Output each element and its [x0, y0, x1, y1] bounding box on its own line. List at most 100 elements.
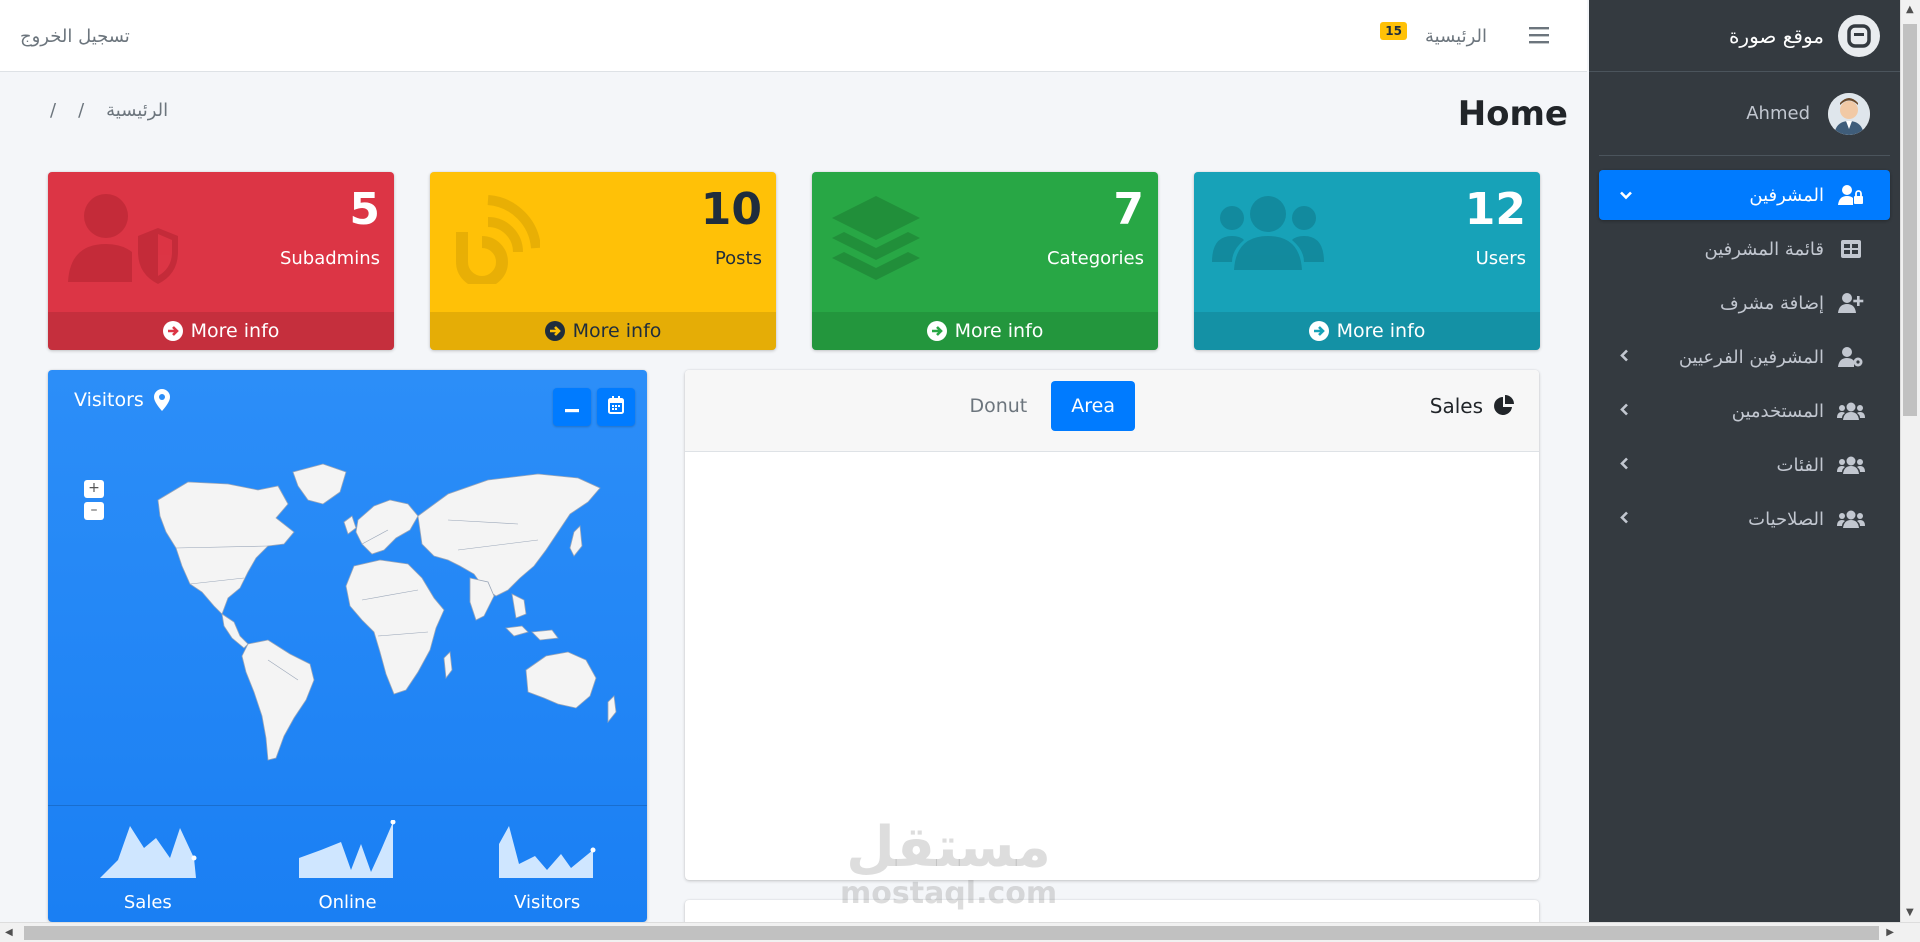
arrow-circle-right-icon — [1308, 321, 1329, 341]
visitors-sparklines: Sales Online Visitors — [48, 805, 647, 922]
brand-logo-icon — [1838, 14, 1880, 57]
users-label: Users — [1475, 248, 1526, 270]
sparkline-label: Visitors — [514, 892, 581, 913]
users-count: 12 — [1464, 184, 1526, 235]
more-info-label: More info — [190, 320, 280, 342]
user-plus-icon — [1836, 292, 1866, 314]
map-zoom-in-button[interactable]: + — [84, 480, 104, 498]
arrow-circle-right-icon — [162, 321, 183, 341]
sales-title: Sales — [1430, 394, 1515, 418]
visitors-tools — [553, 388, 635, 426]
sidebar-item-add-admin[interactable]: إضافة مشرف — [1599, 278, 1890, 328]
sales-card: Donut Area Sales — [685, 370, 1539, 880]
brand[interactable]: موقع صورة — [1589, 0, 1900, 72]
blog-icon — [448, 192, 541, 288]
categories-label: Categories — [1046, 248, 1144, 270]
chevron-left-icon — [1619, 509, 1629, 530]
watermark: مستقل mostaql.com — [840, 815, 1057, 912]
watermark-arabic: مستقل — [846, 815, 1051, 880]
more-info-label: More info — [954, 320, 1044, 342]
user-shield-icon — [66, 192, 178, 288]
sidebar-item-admins-list[interactable]: قائمة المشرفين — [1599, 224, 1890, 274]
chevron-left-icon — [1619, 401, 1629, 422]
scroll-left-icon[interactable]: ◀ — [5, 927, 13, 938]
tab-area[interactable]: Area — [1051, 381, 1135, 431]
scroll-right-icon[interactable]: ▶ — [1886, 927, 1894, 938]
hamburger-icon[interactable] — [1529, 26, 1549, 48]
page-title: Home — [1457, 94, 1568, 134]
minus-icon — [565, 398, 579, 417]
users-box: 12 Users More info — [1194, 172, 1540, 350]
notification-badge[interactable]: 15 — [1380, 22, 1407, 40]
users-icon — [1836, 509, 1866, 529]
vertical-scrollbar[interactable]: ▲ ▼ — [1900, 0, 1920, 922]
horizontal-scroll-thumb[interactable] — [24, 926, 1879, 940]
map-marker-icon — [153, 389, 170, 411]
user-lock-icon — [1836, 184, 1866, 206]
layer-group-icon — [830, 192, 922, 288]
brand-text: موقع صورة — [1728, 23, 1824, 48]
more-info-label: More info — [1336, 320, 1426, 342]
sidebar-item-label: المستخدمين — [1731, 400, 1824, 422]
scroll-down-icon[interactable]: ▼ — [1906, 907, 1914, 918]
sidebar-item-label: الفئات — [1776, 454, 1824, 476]
date-range-button[interactable] — [597, 388, 635, 426]
sales-title-text: Sales — [1429, 394, 1483, 418]
world-map[interactable] — [118, 460, 638, 770]
users-icon — [1836, 401, 1866, 421]
sidebar-item-label: المشرفين — [1749, 184, 1824, 206]
categories-count: 7 — [1113, 184, 1144, 235]
avatar — [1828, 92, 1870, 135]
visitors-title: Visitors — [74, 389, 144, 411]
sidebar-menu: المشرفين قائمة المشرفين إضافة مشرف المشر… — [1589, 156, 1900, 544]
sidebar-item-subadmins[interactable]: المشرفين الفرعيين — [1599, 332, 1890, 382]
posts-count: 10 — [700, 184, 762, 235]
posts-box: 10 Posts More info — [430, 172, 776, 350]
categories-more-info-link[interactable]: More info — [812, 312, 1158, 350]
logout-link[interactable]: تسجيل الخروج — [20, 26, 130, 47]
visitors-card: Visitors + – Sales Online Visitors — [48, 370, 647, 922]
sparkline-label: Sales — [123, 892, 172, 913]
map-zoom-out-button[interactable]: – — [84, 502, 104, 520]
more-info-label: More info — [572, 320, 662, 342]
breadcrumb-home-link[interactable]: الرئيسية — [106, 100, 168, 121]
tab-donut[interactable]: Donut — [949, 381, 1047, 431]
arrow-circle-right-icon — [544, 321, 565, 341]
sales-chart-area — [685, 452, 1539, 880]
chart-pie-icon — [1493, 395, 1515, 417]
users-icon — [1836, 455, 1866, 475]
sidebar-item-categories[interactable]: الفئات — [1599, 440, 1890, 490]
breadcrumb-separator: / — [50, 100, 57, 121]
nav-home-link[interactable]: الرئيسية — [1425, 26, 1487, 47]
scroll-up-icon[interactable]: ▲ — [1906, 4, 1914, 15]
sidebar-item-label: الصلاحيات — [1748, 508, 1824, 530]
sales-sparkline: Sales — [98, 806, 198, 922]
posts-label: Posts — [714, 248, 762, 270]
sidebar-item-permissions[interactable]: الصلاحيات — [1599, 494, 1890, 544]
table-icon — [1836, 239, 1866, 259]
posts-more-info-link[interactable]: More info — [430, 312, 776, 350]
breadcrumb-separator: / — [78, 100, 85, 121]
sidebar-item-users[interactable]: المستخدمين — [1599, 386, 1890, 436]
subadmins-label: Subadmins — [279, 248, 380, 270]
subadmins-count: 5 — [349, 184, 380, 235]
chevron-left-icon — [1619, 455, 1629, 476]
users-more-info-link[interactable]: More info — [1194, 312, 1540, 350]
collapse-button[interactable] — [553, 388, 591, 426]
calendar-icon — [608, 396, 624, 418]
sidebar-item-label: المشرفين الفرعيين — [1678, 346, 1824, 368]
chevron-down-icon — [1619, 185, 1633, 206]
sidebar: موقع صورة Ahmed المشرفين قائمة المشرفين — [1589, 0, 1900, 922]
user-name: Ahmed — [1746, 103, 1810, 124]
vertical-scroll-thumb[interactable] — [1903, 24, 1917, 416]
breadcrumb: / / الرئيسية — [50, 100, 168, 121]
categories-box: 7 Categories More info — [812, 172, 1158, 350]
subadmins-more-info-link[interactable]: More info — [48, 312, 394, 350]
sparkline-label: Online — [318, 892, 377, 913]
subadmins-box: 5 Subadmins More info — [48, 172, 394, 350]
users-icon — [1212, 192, 1324, 276]
sidebar-item-admins[interactable]: المشرفين — [1599, 170, 1890, 220]
horizontal-scrollbar[interactable]: ◀ ▶ — [0, 922, 1920, 942]
user-panel[interactable]: Ahmed — [1599, 72, 1890, 156]
chevron-left-icon — [1619, 347, 1629, 368]
